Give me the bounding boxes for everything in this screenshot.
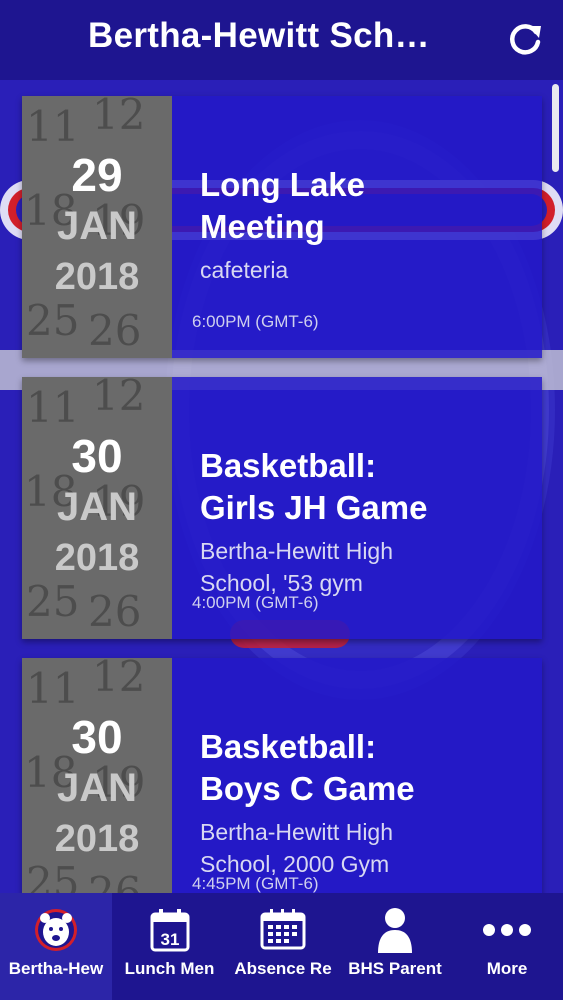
- tab-label: Lunch Men: [124, 959, 215, 978]
- tab-parent[interactable]: BHS Parent: [339, 893, 451, 1000]
- event-year: 2018: [54, 256, 140, 298]
- tab-absence[interactable]: Absence Re: [227, 893, 339, 1000]
- event-card[interactable]: 11 12 18 19 25 26 30 JAN 2018 Basketball: Gi…: [22, 377, 542, 639]
- event-month: JAN: [56, 204, 138, 248]
- tab-more[interactable]: More: [451, 893, 563, 1000]
- date-panel: 1112 1819 2526 30 JAN 2018: [22, 658, 172, 920]
- more-dots-icon: [481, 905, 533, 955]
- event-time: 4:00PM (GMT-6): [192, 593, 319, 612]
- page-title: Bertha-Hewitt Sch…: [88, 16, 430, 55]
- event-day: 30: [71, 711, 123, 763]
- person-icon: [369, 905, 421, 955]
- event-year: 2018: [54, 818, 140, 860]
- tab-lunch-menu[interactable]: 31 Lunch Men: [112, 893, 227, 1000]
- date-panel: 1112 1819 2526 30 JAN 2018: [22, 377, 172, 639]
- tab-home[interactable]: Bertha-Hew: [0, 893, 112, 1000]
- event-year: 2018: [54, 537, 140, 579]
- tab-label: BHS Parent: [348, 959, 442, 978]
- scrollbar[interactable]: [552, 84, 559, 172]
- tab-label: More: [486, 959, 528, 978]
- tab-label: Bertha-Hew: [8, 959, 104, 978]
- event-card[interactable]: 11 12 18 19 25 26 29 JAN 2018 Long Lake Meet…: [22, 96, 542, 358]
- event-title: Long Lake Meeting: [200, 166, 366, 245]
- event-day: 30: [71, 430, 123, 482]
- bear-logo-icon: [30, 905, 82, 955]
- event-day: 29: [71, 149, 123, 201]
- svg-text:31: 31: [160, 930, 179, 949]
- event-location: cafeteria: [200, 257, 289, 283]
- event-card[interactable]: 1112 1819 2526 30 JAN 2018 Basketball:Bo…: [22, 658, 542, 920]
- tab-label: Absence Re: [234, 959, 332, 978]
- event-month: JAN: [56, 766, 138, 810]
- bottom-tab-bar: Bertha-Hew 31 Lunch Men Absence Re BHS P…: [0, 893, 563, 1000]
- app-header: Bertha-Hewitt Sch…: [0, 0, 563, 80]
- calendar-icon: 31: [144, 905, 196, 955]
- event-location: Bertha-Hewitt High School, 2000 Gym: [200, 819, 394, 877]
- event-title: Basketball: Girls JH Game: [200, 447, 428, 526]
- calendar-grid-icon: [257, 905, 309, 955]
- event-location: Bertha-Hewitt High School, '53 gym: [200, 538, 394, 596]
- event-title: Basketball: Boys C Game: [200, 728, 415, 807]
- event-time: 6:00PM (GMT-6): [192, 312, 319, 331]
- event-time: 4:45PM (GMT-6): [192, 874, 319, 893]
- refresh-icon[interactable]: [505, 20, 545, 60]
- event-month: JAN: [56, 485, 138, 529]
- date-panel: 11 12 18 19 25 26 29 JAN 2018: [22, 96, 172, 358]
